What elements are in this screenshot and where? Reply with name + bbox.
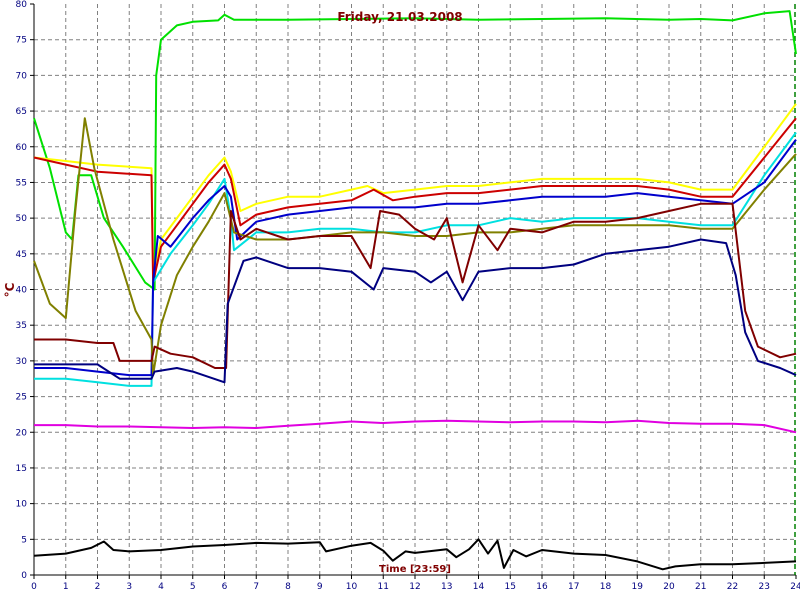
x-tick-label: 8 (285, 582, 291, 592)
y-tick-label: 55 (16, 178, 27, 188)
y-tick-label: 70 (16, 71, 28, 81)
x-tick-label: 7 (253, 582, 259, 592)
x-axis-label: Time [23:59] (379, 564, 451, 575)
y-tick-label: 25 (16, 393, 27, 403)
y-tick-label: 75 (16, 36, 27, 46)
x-tick-label: 14 (473, 582, 485, 592)
x-tick-label: 12 (409, 582, 420, 592)
y-tick-label: 30 (16, 357, 28, 367)
x-tick-label: 5 (190, 582, 196, 592)
x-tick-label: 23 (759, 582, 770, 592)
x-tick-label: 19 (632, 582, 644, 592)
x-tick-label: 15 (505, 582, 516, 592)
y-tick-label: 80 (16, 0, 28, 10)
x-tick-label: 20 (663, 582, 675, 592)
x-tick-label: 21 (695, 582, 706, 592)
x-tick-label: 17 (568, 582, 579, 592)
x-tick-label: 4 (158, 582, 164, 592)
x-tick-label: 2 (95, 582, 101, 592)
x-tick-label: 13 (441, 582, 452, 592)
x-tick-label: 11 (378, 582, 389, 592)
y-tick-label: 5 (21, 535, 27, 545)
x-tick-label: 1 (63, 582, 69, 592)
x-tick-label: 22 (727, 582, 738, 592)
x-tick-label: 3 (126, 582, 132, 592)
x-tick-label: 6 (222, 582, 228, 592)
chart-title: Friday, 21.03.2008 (337, 10, 462, 24)
y-tick-label: 10 (16, 500, 28, 510)
x-tick-labels: 0 1 2 3 4 5 6 7 8 9 10 11 12 13 14 15 16 17 18 19 20 21 22 23 24 (31, 582, 800, 592)
y-tick-label: 45 (16, 250, 27, 260)
x-tick-label: 9 (317, 582, 323, 592)
y-axis-label: °C (3, 282, 17, 297)
y-tick-label: 0 (21, 571, 27, 581)
x-tick-label: 18 (600, 582, 612, 592)
y-tick-label: 65 (16, 107, 27, 117)
x-tick-label: 10 (346, 582, 358, 592)
y-tick-label: 50 (16, 214, 28, 224)
y-tick-label: 35 (16, 321, 27, 331)
temperature-line-chart: 0 1 2 3 4 5 6 7 8 9 10 11 12 13 14 15 16 17 18 19 20 21 22 23 24… (3, 0, 800, 592)
y-tick-labels: 0 5 10 15 20 25 30 35 40 45 50 55 60 65 70 75 80 (16, 0, 28, 581)
y-tick-label: 15 (16, 464, 27, 474)
y-tick-label: 40 (16, 286, 28, 296)
x-tick-label: 16 (536, 582, 548, 592)
y-tick-label: 60 (16, 143, 28, 153)
x-tick-label: 24 (790, 582, 800, 592)
y-tick-label: 20 (16, 428, 28, 438)
x-tick-label: 0 (31, 582, 37, 592)
